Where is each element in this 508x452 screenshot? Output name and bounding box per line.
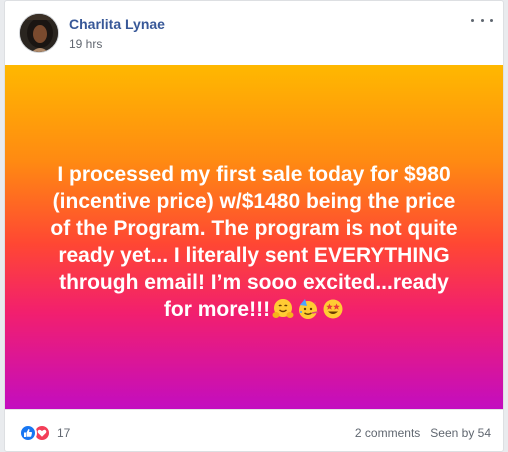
like-icon	[19, 424, 37, 442]
comments-link[interactable]: 2 comments	[355, 426, 420, 440]
post-content: I processed my first sale today for $980…	[49, 161, 459, 323]
reaction-count: 17	[57, 426, 71, 440]
reaction-summary[interactable]: 17	[19, 424, 70, 442]
avatar-image	[20, 14, 58, 52]
seen-by-link[interactable]: Seen by 54	[430, 426, 491, 440]
post-background[interactable]: I processed my first sale today for $980…	[5, 65, 503, 409]
post-header: Charlita Lynae 19 hrs	[5, 1, 503, 63]
more-options-icon[interactable]	[471, 13, 493, 27]
post-text: I processed my first sale today for $980…	[50, 163, 458, 321]
avatar[interactable]	[19, 13, 59, 53]
post-card: Charlita Lynae 19 hrs I processed my fir…	[4, 0, 504, 452]
author-name[interactable]: Charlita Lynae	[69, 16, 165, 32]
star-struck-icon	[323, 299, 343, 319]
post-stats: 2 comments Seen by 54	[355, 426, 491, 440]
post-footer: 17 2 comments Seen by 54	[5, 409, 503, 451]
emoji-group	[272, 298, 344, 320]
partying-face-icon	[299, 299, 319, 319]
hugging-face-icon	[272, 299, 294, 318]
post-timestamp[interactable]: 19 hrs	[69, 37, 102, 51]
